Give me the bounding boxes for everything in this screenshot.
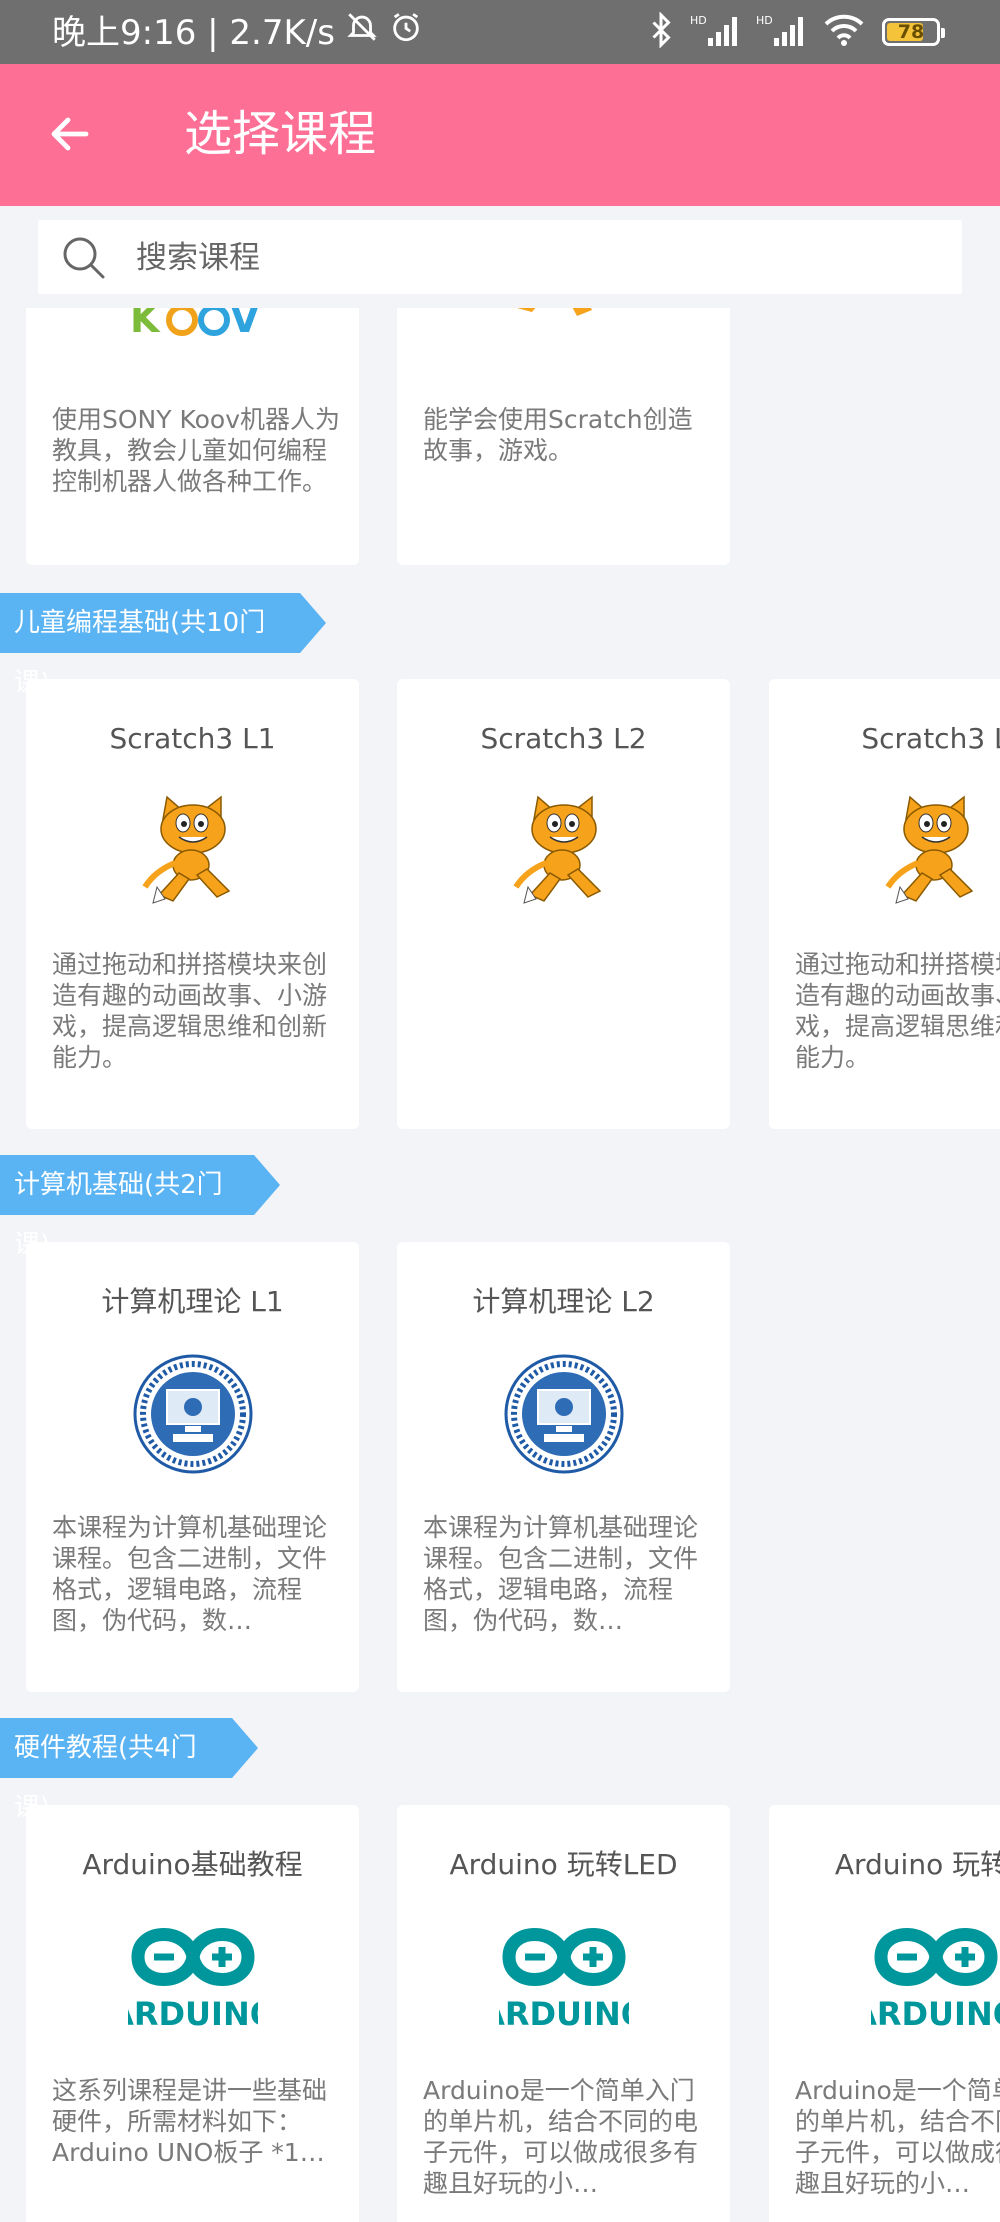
section-tag: 儿童编程基础(共10门课) <box>0 593 326 698</box>
svg-text:ARDUINO: ARDUINO <box>128 1995 258 2033</box>
course-name: Arduino基础教程 <box>82 1848 303 1881</box>
search-placeholder: 搜索课程 <box>136 240 260 276</box>
course-name: Arduino 玩转蜂 <box>834 1848 1000 1881</box>
scratch-cat-icon <box>517 308 592 316</box>
course-name: 计算机理论 L2 <box>472 1285 655 1318</box>
wifi-icon <box>822 12 866 52</box>
computer-seal-icon <box>504 1354 624 1474</box>
scratch-cat-icon <box>885 795 974 904</box>
status-time: 晚上9:16 | 2.7K/s <box>52 12 335 53</box>
course-desc: Arduino是一个简单入门的单片机，结合不同的电子元件，可以做成很多有趣且好玩… <box>423 2076 699 2198</box>
course-name: Scratch3 L1 <box>109 722 276 755</box>
course-desc: 能学会使用Scratch创造故事，游戏。 <box>423 405 693 465</box>
back-button[interactable] <box>40 104 100 164</box>
status-bar: 晚上9:16 | 2.7K/s HD HD 78 <box>0 0 1000 64</box>
course-name: Scratch3 L <box>861 722 1000 755</box>
section-tag: 硬件教程(共4门课) <box>0 1718 258 1823</box>
scratch-cat-icon <box>142 795 231 904</box>
course-desc: 通过拖动和拼搭模块来创造有趣的动画故事、小游戏，提高逻辑思维和创新能力。 <box>795 950 1000 1072</box>
course-desc: 本课程为计算机基础理论课程。包含二进制，文件格式，逻辑电路，流程图，伪代码，数… <box>423 1513 699 1635</box>
svg-text:HD: HD <box>690 14 707 27</box>
search-input[interactable]: 搜索课程 <box>38 220 962 294</box>
svg-text:HD: HD <box>756 14 773 27</box>
course-card[interactable]: 计算机理论 L2 本课程为计算机基础理论课程。包含二进制，文件格式，逻辑电路，流… <box>397 1242 730 1692</box>
course-desc: 本课程为计算机基础理论课程。包含二进制，文件格式，逻辑电路，流程图，伪代码，数… <box>52 1513 328 1635</box>
arduino-logo-icon: ARDUINO <box>499 1928 629 2033</box>
course-card-koov[interactable]: K V 使用SONY Koov机器人为教具，教会儿童如何编程控制机器人做各种工作… <box>26 308 359 565</box>
section-tag: 计算机基础(共2门课) <box>0 1155 280 1260</box>
battery-icon: 78 <box>882 18 945 46</box>
course-desc: 使用SONY Koov机器人为教具，教会儿童如何编程控制机器人做各种工作。 <box>52 405 341 496</box>
course-desc: 这系列课程是讲一些基础硬件，所需材料如下：Arduino UNO板子 *1… <box>52 2076 328 2167</box>
mute-bell-icon <box>345 10 379 55</box>
arduino-logo-icon: ARDUINO <box>128 1928 258 2033</box>
koov-logo: K V <box>130 308 260 338</box>
page-title: 选择课程 <box>184 106 377 162</box>
course-card[interactable]: Scratch3 L 通过拖动和拼搭模块来创造有趣的动画故事、小游戏，提高逻辑思… <box>769 679 1000 1129</box>
course-card[interactable]: Arduino 玩转LED ARDUINO Arduino是一个简单入门的单片机… <box>397 1805 730 2222</box>
hd-signal-icon: HD <box>690 12 740 52</box>
bluetooth-icon <box>648 11 674 52</box>
computer-seal-icon <box>133 1354 253 1474</box>
svg-text:ARDUINO: ARDUINO <box>499 1995 629 2033</box>
course-name: 计算机理论 L1 <box>101 1285 284 1318</box>
course-name: Scratch3 L2 <box>480 722 647 755</box>
scratch-cat-icon <box>513 795 602 904</box>
course-desc: 通过拖动和拼搭模块来创造有趣的动画故事、小游戏，提高逻辑思维和创新能力。 <box>52 950 328 1072</box>
app-bar: 选择课程 <box>0 64 1000 206</box>
course-card[interactable]: Scratch3 L1 通过拖动和拼搭模块来创造有趣的动画故事、小游戏，提高逻辑… <box>26 679 359 1129</box>
course-card[interactable]: Arduino基础教程 ARDUINO 这系列课程是讲一些基础硬件，所需材料如下… <box>26 1805 359 2222</box>
course-desc: Arduino是一个简单入门的单片机，结合不同的电子元件，可以做成很多有趣且好玩… <box>795 2076 1000 2198</box>
status-left: 晚上9:16 | 2.7K/s <box>52 10 423 55</box>
alarm-icon <box>389 10 423 55</box>
search-icon <box>63 237 105 279</box>
course-desc <box>423 949 716 1075</box>
arrow-left-icon <box>51 117 89 151</box>
svg-text:K: K <box>130 308 161 338</box>
battery-level: 78 <box>897 21 925 43</box>
course-card-scratch-story[interactable]: 能学会使用Scratch创造故事，游戏。 <box>397 308 730 565</box>
svg-text:V: V <box>230 308 260 338</box>
svg-text:ARDUINO: ARDUINO <box>871 1995 1000 2033</box>
status-right: HD HD 78 <box>648 10 945 54</box>
course-name: Arduino 玩转LED <box>449 1848 678 1881</box>
course-card[interactable]: Scratch3 L2 <box>397 679 730 1129</box>
course-card[interactable]: Arduino 玩转蜂 ARDUINO Arduino是一个简单入门的单片机，结… <box>769 1805 1000 2222</box>
course-card[interactable]: 计算机理论 L1 本课程为计算机基础理论课程。包含二进制，文件格式，逻辑电路，流… <box>26 1242 359 1692</box>
course-list[interactable]: K V 使用SONY Koov机器人为教具，教会儿童如何编程控制机器人做各种工作… <box>0 308 1000 2222</box>
hd-signal-icon: HD <box>756 12 806 52</box>
arduino-logo-icon: ARDUINO <box>871 1928 1000 2033</box>
